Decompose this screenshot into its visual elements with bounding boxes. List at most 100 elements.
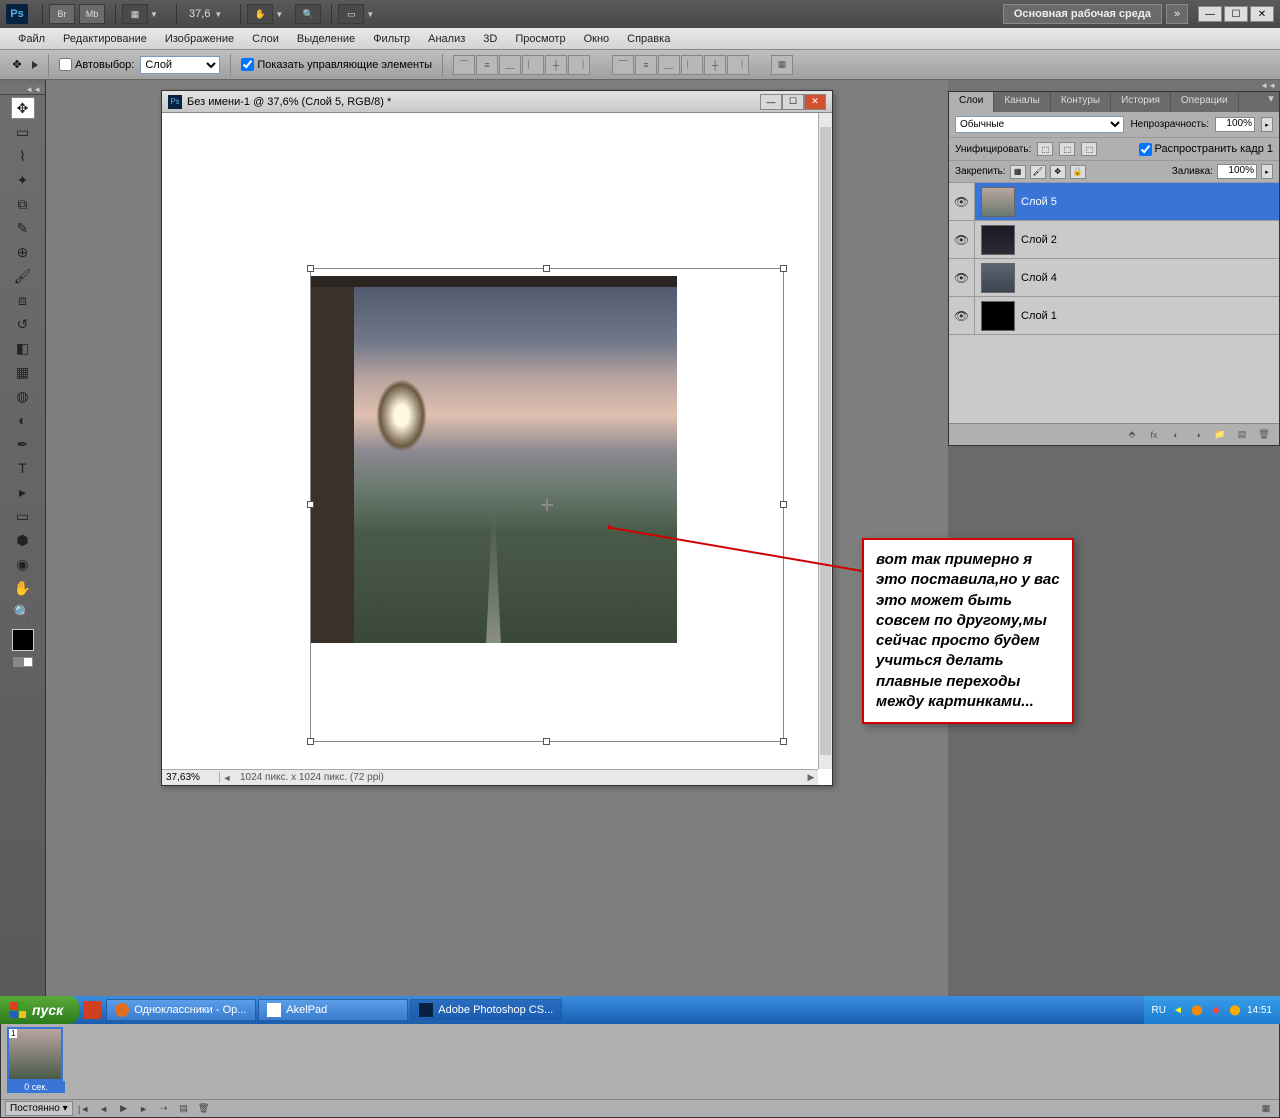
panel-menu-icon[interactable]: ▾: [1263, 92, 1279, 112]
menu-window[interactable]: Окно: [576, 30, 618, 48]
arrange-icon[interactable]: ▭: [338, 4, 364, 24]
transform-handle[interactable]: [307, 501, 314, 508]
tab-paths[interactable]: Контуры: [1051, 92, 1111, 112]
tab-layers[interactable]: Слои: [949, 92, 994, 112]
layer-item[interactable]: 👁 Слой 2: [949, 221, 1279, 259]
align-left-icon[interactable]: ⎸: [522, 55, 544, 75]
visibility-icon[interactable]: 👁: [949, 221, 975, 258]
delete-layer-icon[interactable]: 🗑: [1255, 427, 1273, 442]
transform-handle[interactable]: [780, 265, 787, 272]
tools-collapse-icon[interactable]: ◄◄: [0, 84, 45, 95]
document-canvas[interactable]: [162, 113, 818, 769]
zoom-tool[interactable]: 🔍: [11, 601, 35, 623]
tray-icon[interactable]: ⬤: [1228, 1003, 1242, 1017]
fill-slider-icon[interactable]: ▸: [1261, 164, 1273, 179]
history-brush-tool[interactable]: ↺: [11, 313, 35, 335]
lock-position-icon[interactable]: ✥: [1050, 165, 1066, 179]
unify-pos-icon[interactable]: ⬚: [1037, 142, 1053, 156]
menu-filter[interactable]: Фильтр: [365, 30, 418, 48]
adjustment-layer-icon[interactable]: ◑: [1189, 427, 1207, 442]
menu-layers[interactable]: Слои: [244, 30, 287, 48]
minimize-button[interactable]: —: [1198, 6, 1222, 22]
panel-collapse-icon[interactable]: ◄◄: [948, 80, 1280, 91]
taskbar-item[interactable]: AkelPad: [258, 999, 408, 1021]
frame-delay[interactable]: 0 сек.: [7, 1081, 65, 1093]
crop-tool[interactable]: ⧉: [11, 193, 35, 215]
taskbar-item[interactable]: Adobe Photoshop CS...: [410, 999, 562, 1021]
menu-file[interactable]: Файл: [10, 30, 53, 48]
vertical-scrollbar[interactable]: [818, 113, 832, 769]
blur-tool[interactable]: ◍: [11, 385, 35, 407]
shape-tool[interactable]: ▭: [11, 505, 35, 527]
transform-handle[interactable]: [780, 738, 787, 745]
pen-tool[interactable]: ✒: [11, 433, 35, 455]
menu-view[interactable]: Просмотр: [507, 30, 573, 48]
menu-help[interactable]: Справка: [619, 30, 678, 48]
fill-field[interactable]: 100%: [1217, 164, 1257, 179]
maximize-button[interactable]: ☐: [1224, 6, 1248, 22]
doc-maximize-button[interactable]: ☐: [782, 94, 804, 110]
autoselect-mode-select[interactable]: Слой: [140, 56, 220, 74]
dist-bottom-icon[interactable]: ⎽: [658, 55, 680, 75]
info-menu-icon[interactable]: ▶: [804, 772, 818, 783]
group-icon[interactable]: 📁: [1211, 427, 1229, 442]
stamp-tool[interactable]: ⧈: [11, 289, 35, 311]
expand-workspaces-icon[interactable]: »: [1166, 4, 1188, 24]
loop-select[interactable]: Постоянно ▾: [5, 1101, 73, 1116]
br-icon[interactable]: Br: [49, 4, 75, 24]
document-titlebar[interactable]: Ps Без имени-1 @ 37,6% (Слой 5, RGB/8) *…: [162, 91, 832, 113]
layer-name[interactable]: Слой 5: [1021, 196, 1057, 208]
brush-tool[interactable]: 🖌: [11, 265, 35, 287]
auto-align-icon[interactable]: ▦: [771, 55, 793, 75]
unify-vis-icon[interactable]: ⬚: [1059, 142, 1075, 156]
dist-vcenter-icon[interactable]: ≡: [635, 55, 657, 75]
heal-tool[interactable]: ⊕: [11, 241, 35, 263]
3d-tool[interactable]: ⬢: [11, 529, 35, 551]
opacity-field[interactable]: 100%: [1215, 117, 1255, 132]
type-tool[interactable]: T: [11, 457, 35, 479]
visibility-icon[interactable]: 👁: [949, 259, 975, 296]
align-right-icon[interactable]: ⎹: [568, 55, 590, 75]
propagate-checkbox[interactable]: Распространить кадр 1: [1139, 143, 1273, 156]
foreground-color[interactable]: [12, 629, 34, 651]
autoselect-checkbox[interactable]: Автовыбор:: [59, 58, 134, 71]
mb-icon[interactable]: Mb: [79, 4, 105, 24]
3d-camera-tool[interactable]: ◉: [11, 553, 35, 575]
lasso-tool[interactable]: ⌇: [11, 145, 35, 167]
unify-style-icon[interactable]: ⬚: [1081, 142, 1097, 156]
lock-all-icon[interactable]: 🔒: [1070, 165, 1086, 179]
dist-top-icon[interactable]: ⎺: [612, 55, 634, 75]
transform-handle[interactable]: [307, 738, 314, 745]
close-button[interactable]: ✕: [1250, 6, 1274, 22]
align-bottom-icon[interactable]: ⎽: [499, 55, 521, 75]
menu-edit[interactable]: Редактирование: [55, 30, 155, 48]
first-frame-icon[interactable]: |◄: [75, 1101, 93, 1117]
frame-thumbnail[interactable]: 1: [7, 1027, 63, 1081]
layer-thumbnail[interactable]: [981, 225, 1015, 255]
marquee-tool[interactable]: ▭: [11, 121, 35, 143]
screen-mode-icon[interactable]: ▦: [122, 4, 148, 24]
align-hcenter-icon[interactable]: ┼: [545, 55, 567, 75]
workspace-button[interactable]: Основная рабочая среда: [1003, 4, 1162, 24]
layer-mask-icon[interactable]: ◐: [1167, 427, 1185, 442]
tab-history[interactable]: История: [1111, 92, 1171, 112]
next-frame-icon[interactable]: ►: [135, 1101, 153, 1117]
play-icon[interactable]: ▶: [115, 1101, 133, 1117]
clock[interactable]: 14:51: [1247, 1005, 1272, 1016]
doc-minimize-button[interactable]: —: [760, 94, 782, 110]
layer-item[interactable]: 👁 Слой 5: [949, 183, 1279, 221]
zoom-top[interactable]: 37,6: [189, 8, 210, 20]
layer-item[interactable]: 👁 Слой 4: [949, 259, 1279, 297]
tray-icon[interactable]: ◆: [1209, 1003, 1223, 1017]
blend-mode-select[interactable]: Обычные: [955, 116, 1124, 133]
language-indicator[interactable]: RU: [1152, 1005, 1166, 1016]
duplicate-frame-icon[interactable]: ▤: [175, 1101, 193, 1117]
layer-thumbnail[interactable]: [981, 263, 1015, 293]
transform-handle[interactable]: [307, 265, 314, 272]
layer-item[interactable]: 👁 Слой 1: [949, 297, 1279, 335]
visibility-icon[interactable]: 👁: [949, 297, 975, 334]
gradient-tool[interactable]: ▦: [11, 361, 35, 383]
ql-icon[interactable]: [83, 1001, 101, 1019]
taskbar-item[interactable]: Одноклассники - Op...: [106, 999, 256, 1021]
prev-frame-icon[interactable]: ◄: [95, 1101, 113, 1117]
